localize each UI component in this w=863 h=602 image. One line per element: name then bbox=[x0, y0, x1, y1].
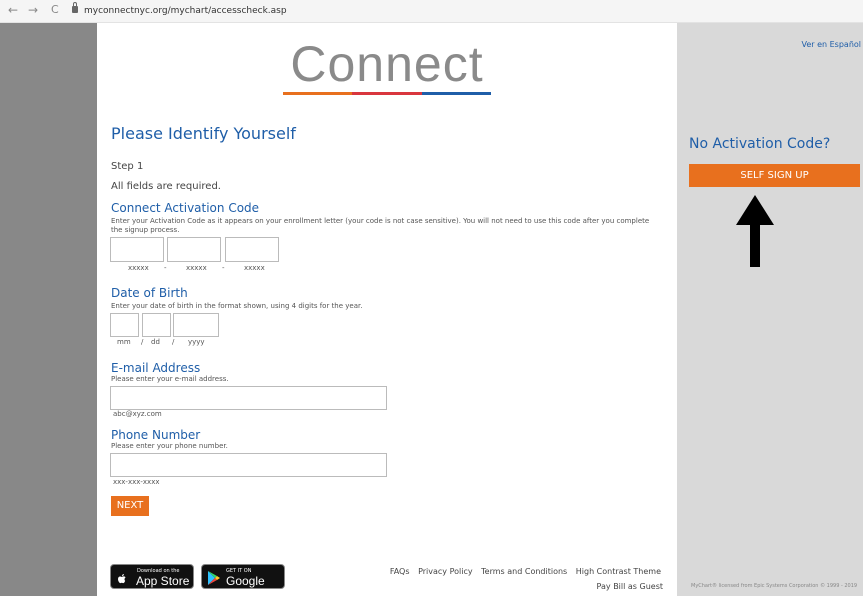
email-title: E-mail Address bbox=[111, 361, 201, 375]
up-arrow-icon bbox=[736, 195, 774, 267]
no-activation-code-title: No Activation Code? bbox=[689, 136, 831, 152]
email-field[interactable] bbox=[110, 386, 387, 410]
logo-underline bbox=[283, 92, 491, 95]
activation-code-separator-1: - bbox=[164, 264, 167, 272]
google-play-big-text: Google Play bbox=[226, 574, 265, 602]
email-example: abc@xyz.com bbox=[113, 410, 162, 418]
footer-link-faqs[interactable]: FAQs bbox=[390, 567, 410, 576]
pay-bill-link[interactable]: Pay Bill as Guest bbox=[597, 582, 663, 591]
dob-month-field[interactable] bbox=[110, 313, 139, 337]
url-text: myconnectnyc.org/mychart/accesscheck.asp bbox=[84, 6, 287, 16]
app-store-big-text: App Store bbox=[136, 574, 190, 588]
google-play-badge[interactable]: GET IT ON Google Play bbox=[201, 564, 285, 602]
dob-year-field[interactable] bbox=[173, 313, 219, 337]
activation-code-part-1[interactable] bbox=[110, 237, 164, 262]
activation-code-hint: Enter your Activation Code as it appears… bbox=[111, 217, 650, 234]
dob-format-day: dd bbox=[151, 338, 160, 346]
apple-icon bbox=[117, 570, 127, 584]
dob-hint: Enter your date of birth in the format s… bbox=[111, 302, 363, 310]
dob-separator-1: / bbox=[141, 338, 144, 346]
footer-link-privacy[interactable]: Privacy Policy bbox=[418, 567, 473, 576]
language-link[interactable]: Ver en Español bbox=[801, 40, 861, 49]
dob-day-field[interactable] bbox=[142, 313, 171, 337]
right-sidebar: Ver en Español No Activation Code? SELF … bbox=[677, 23, 863, 596]
self-sign-up-button[interactable]: SELF SIGN UP bbox=[689, 164, 860, 187]
logo-text: Connect bbox=[290, 36, 484, 92]
reload-icon[interactable]: C bbox=[51, 3, 59, 17]
phone-example: xxx-xxx-xxxx bbox=[113, 478, 160, 486]
footer-link-high-contrast[interactable]: High Contrast Theme bbox=[576, 567, 661, 576]
dob-title: Date of Birth bbox=[111, 286, 188, 300]
app-store-badge[interactable]: Download on the App Store bbox=[110, 564, 194, 589]
activation-code-format-2: xxxxx bbox=[186, 264, 207, 272]
lock-icon bbox=[72, 2, 78, 13]
activation-code-format-3: xxxxx bbox=[244, 264, 265, 272]
activation-code-format-1: xxxxx bbox=[128, 264, 149, 272]
google-play-icon bbox=[208, 570, 220, 585]
address-bar[interactable]: myconnectnyc.org/mychart/accesscheck.asp bbox=[72, 2, 287, 20]
back-arrow-icon[interactable]: ← bbox=[8, 3, 18, 17]
dob-format-month: mm bbox=[117, 338, 131, 346]
activation-code-separator-2: - bbox=[222, 264, 225, 272]
browser-toolbar: ← → C myconnectnyc.org/mychart/accessche… bbox=[0, 0, 863, 23]
activation-code-part-2[interactable] bbox=[167, 237, 221, 262]
copyright-text: MyChart® licensed from Epic Systems Corp… bbox=[691, 583, 858, 589]
left-gutter bbox=[0, 23, 97, 596]
activation-code-part-3[interactable] bbox=[225, 237, 279, 262]
main-panel: Connect Please Identify Yourself Step 1 … bbox=[97, 23, 677, 602]
phone-field[interactable] bbox=[110, 453, 387, 477]
forward-arrow-icon[interactable]: → bbox=[28, 3, 38, 17]
connect-logo: Connect bbox=[283, 39, 491, 99]
dob-separator-2: / bbox=[172, 338, 175, 346]
phone-title: Phone Number bbox=[111, 428, 201, 442]
dob-format-year: yyyy bbox=[188, 338, 205, 346]
email-hint: Please enter your e-mail address. bbox=[111, 375, 229, 383]
footer-links: FAQs Privacy Policy Terms and Conditions… bbox=[384, 567, 661, 576]
activation-code-title: Connect Activation Code bbox=[111, 201, 260, 215]
step-label: Step 1 bbox=[111, 161, 144, 172]
page-title: Please Identify Yourself bbox=[111, 124, 296, 143]
phone-hint: Please enter your phone number. bbox=[111, 442, 228, 450]
required-note: All fields are required. bbox=[111, 181, 221, 192]
next-button[interactable]: NEXT bbox=[111, 496, 149, 516]
footer-link-terms[interactable]: Terms and Conditions bbox=[481, 567, 567, 576]
